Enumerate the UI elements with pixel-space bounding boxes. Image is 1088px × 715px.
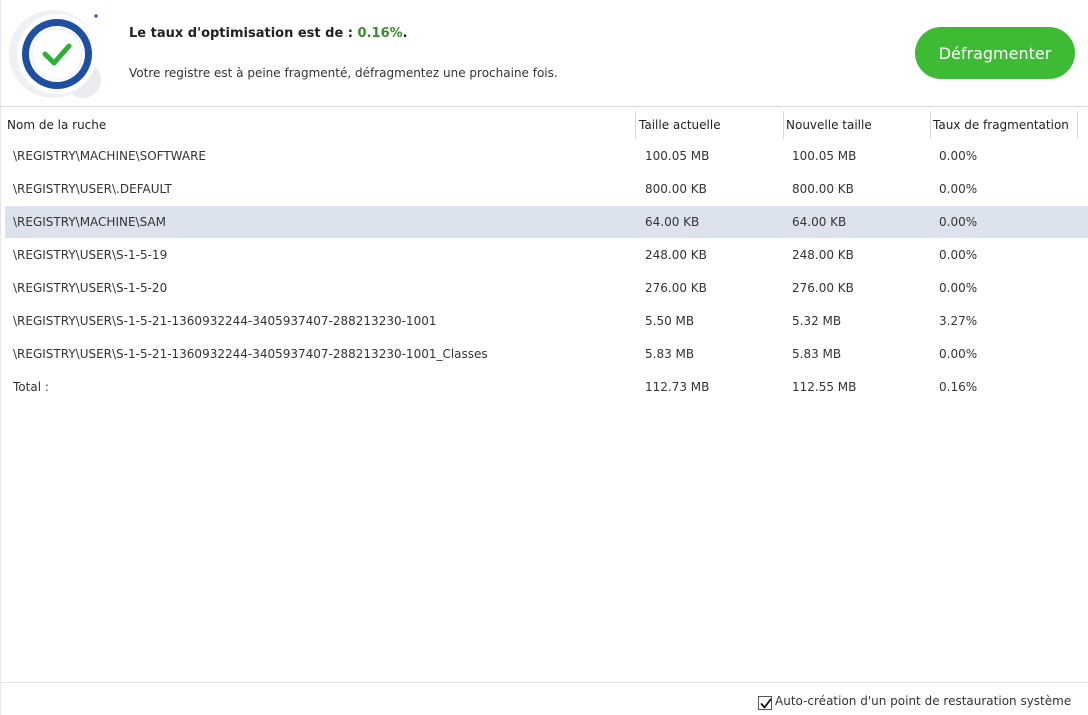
new-size-cell: 276.00 KB <box>792 281 854 295</box>
new-size-cell: 5.83 MB <box>792 347 842 361</box>
table-header: Nom de la ruche Taille actuelle Nouvelle… <box>1 108 1088 140</box>
headline-prefix: Le taux d'optimisation est de : <box>129 26 354 41</box>
hive-name-cell: \REGISTRY\USER\S-1-5-19 <box>13 248 168 262</box>
checkmark-icon <box>760 698 772 709</box>
table-row[interactable]: \REGISTRY\USER\.DEFAULT 800.00 KB 800.00… <box>5 173 1088 205</box>
restore-point-checkbox[interactable] <box>758 696 772 710</box>
current-size-cell: 100.05 MB <box>645 149 710 163</box>
new-size-cell: 100.05 MB <box>792 149 857 163</box>
column-header-new-size[interactable]: Nouvelle taille <box>783 108 927 140</box>
total-fragmentation-cell: 0.16% <box>939 380 978 394</box>
fragmentation-cell: 0.00% <box>939 182 978 196</box>
hive-name-cell: \REGISTRY\USER\S-1-5-20 <box>13 281 168 295</box>
hive-name-cell: \REGISTRY\USER\S-1-5-21-1360932244-34059… <box>13 347 488 361</box>
current-size-cell: 64.00 KB <box>645 215 700 229</box>
footer-bar: Auto-création d'un point de restauration… <box>1 682 1088 715</box>
hive-name-cell: \REGISTRY\USER\S-1-5-21-1360932244-34059… <box>13 314 437 328</box>
column-header-fragmentation-rate[interactable]: Taux de fragmentation <box>930 108 1074 140</box>
table-row-selected[interactable]: \REGISTRY\MACHINE\SAM 64.00 KB 64.00 KB … <box>5 206 1088 238</box>
check-circle-icon <box>7 8 107 104</box>
fragmentation-cell: 0.00% <box>939 149 978 163</box>
table-row[interactable]: \REGISTRY\USER\S-1-5-21-1360932244-34059… <box>5 338 1088 370</box>
fragmentation-cell: 0.00% <box>939 248 978 262</box>
restore-point-label[interactable]: Auto-création d'un point de restauration… <box>775 694 1071 708</box>
hive-name-cell: \REGISTRY\USER\.DEFAULT <box>13 182 172 196</box>
fragmentation-cell: 0.00% <box>939 281 978 295</box>
optimization-headline: Le taux d'optimisation est de : 0.16%. <box>129 26 408 41</box>
new-size-cell: 248.00 KB <box>792 248 854 262</box>
table-row[interactable]: \REGISTRY\MACHINE\SOFTWARE 100.05 MB 100… <box>5 140 1088 172</box>
table-row[interactable]: \REGISTRY\USER\S-1-5-19 248.00 KB 248.00… <box>5 239 1088 271</box>
headline-suffix: . <box>402 26 408 41</box>
current-size-cell: 248.00 KB <box>645 248 707 262</box>
table-row[interactable]: \REGISTRY\USER\S-1-5-20 276.00 KB 276.00… <box>5 272 1088 304</box>
hive-name-cell: \REGISTRY\MACHINE\SOFTWARE <box>13 149 207 163</box>
column-divider[interactable] <box>1077 111 1078 139</box>
defragment-button[interactable]: Défragmenter <box>915 27 1075 79</box>
current-size-cell: 5.83 MB <box>645 347 695 361</box>
total-current-size-cell: 112.73 MB <box>645 380 710 394</box>
current-size-cell: 5.50 MB <box>645 314 695 328</box>
hive-name-cell: \REGISTRY\MACHINE\SAM <box>13 215 166 229</box>
table-row[interactable]: \REGISTRY\USER\S-1-5-21-1360932244-34059… <box>5 305 1088 337</box>
optimization-rate: 0.16% <box>357 26 403 41</box>
fragmentation-cell: 0.00% <box>939 215 978 229</box>
total-label-cell: Total : <box>13 380 49 394</box>
result-header: Le taux d'optimisation est de : 0.16%. V… <box>1 0 1088 107</box>
fragmentation-cell: 0.00% <box>939 347 978 361</box>
registry-defrag-window: Le taux d'optimisation est de : 0.16%. V… <box>0 0 1088 715</box>
new-size-cell: 64.00 KB <box>792 215 847 229</box>
hive-table: Nom de la ruche Taille actuelle Nouvelle… <box>1 108 1088 682</box>
new-size-cell: 5.32 MB <box>792 314 842 328</box>
fragmentation-message: Votre registre est à peine fragmenté, dé… <box>129 66 558 80</box>
column-header-hive-name[interactable]: Nom de la ruche <box>4 108 632 140</box>
total-new-size-cell: 112.55 MB <box>792 380 857 394</box>
current-size-cell: 800.00 KB <box>645 182 707 196</box>
fragmentation-cell: 3.27% <box>939 314 978 328</box>
table-total-row[interactable]: Total : 112.73 MB 112.55 MB 0.16% <box>5 371 1088 403</box>
current-size-cell: 276.00 KB <box>645 281 707 295</box>
new-size-cell: 800.00 KB <box>792 182 854 196</box>
column-header-current-size[interactable]: Taille actuelle <box>636 108 780 140</box>
